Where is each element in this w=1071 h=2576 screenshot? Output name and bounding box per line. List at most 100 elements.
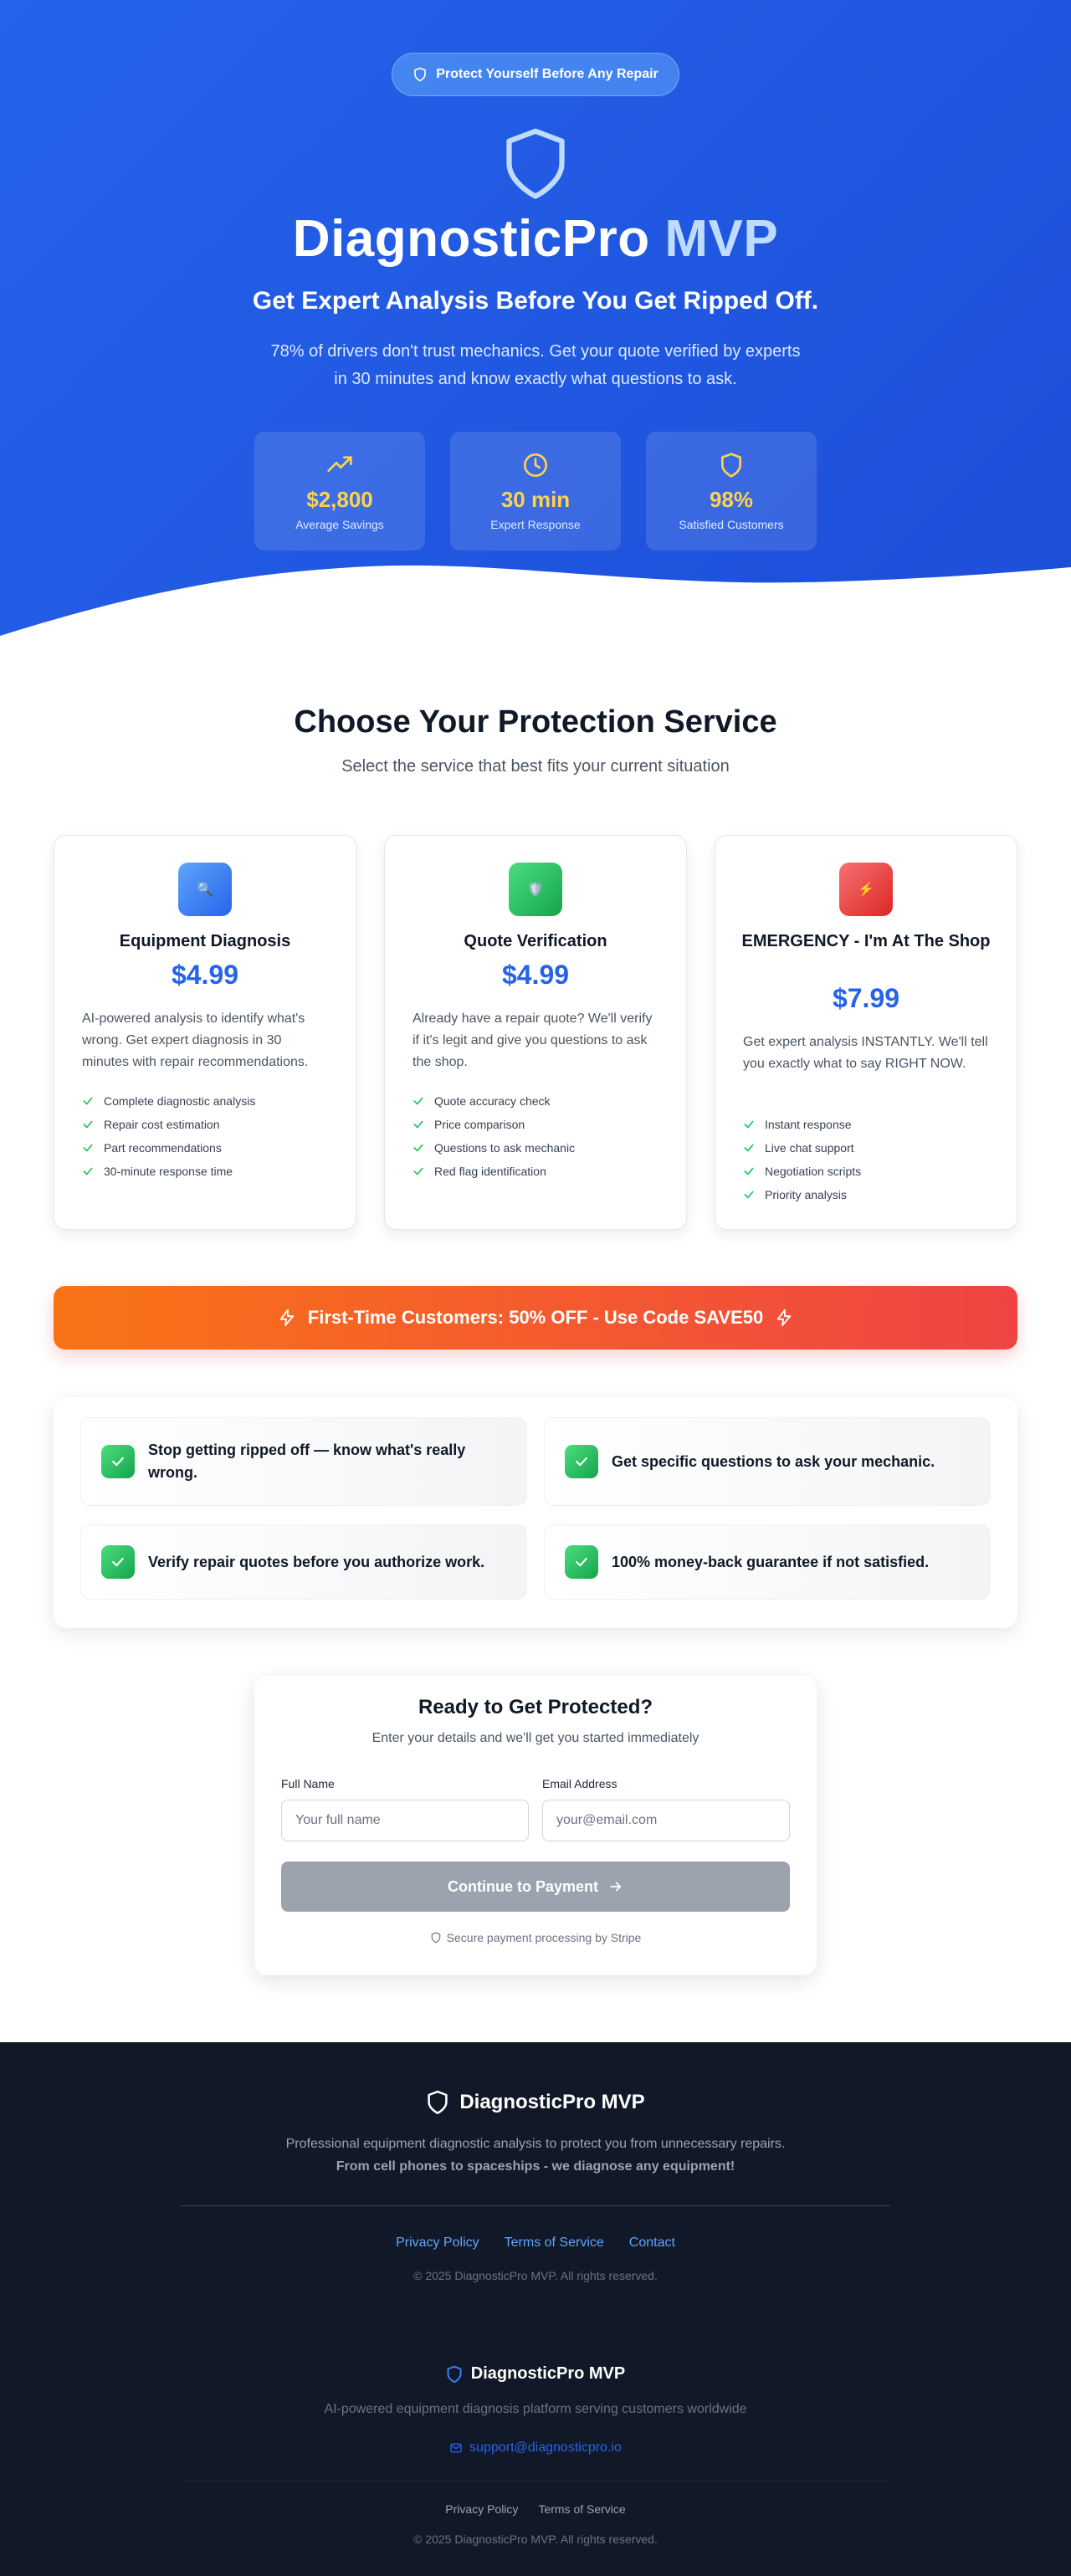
secure-note-text: Secure payment processing by Stripe — [446, 1931, 642, 1944]
check-icon — [744, 1120, 754, 1129]
feature-item: Part recommendations — [82, 1136, 339, 1160]
stat-value: $2,800 — [306, 487, 373, 512]
footer-brand-name: DiagnosticPro MVP — [459, 2091, 645, 2113]
benefit-text: 100% money-back guarantee if not satisfi… — [612, 1553, 930, 1570]
stat-label: Expert Response — [490, 518, 581, 531]
check-icon — [413, 1120, 423, 1129]
feature-label: Repair cost estimation — [104, 1118, 220, 1131]
feature-item: Questions to ask mechanic — [413, 1136, 669, 1160]
form-title: Ready to Get Protected? — [418, 1696, 653, 1718]
feature-list: Instant response Live chat support Negot… — [743, 1113, 1000, 1206]
service-card-emergency[interactable]: ⚡ EMERGENCY - I'm At The Shop $7.99 Get … — [715, 835, 1017, 1230]
services-subtitle: Select the service that best fits your c… — [341, 757, 730, 776]
hero-description: 78% of drivers don't trust mechanics. Ge… — [270, 342, 801, 388]
feature-label: Negotiation scripts — [765, 1165, 862, 1178]
card-description: Already have a repair quote? We'll verif… — [413, 1011, 653, 1069]
title-main: DiagnosticPro — [292, 210, 650, 268]
footer2-nav: Privacy Policy Terms of Service — [0, 2502, 1071, 2516]
benefit-text: Get specific questions to ask your mecha… — [612, 1452, 935, 1470]
footer-link-terms[interactable]: Terms of Service — [505, 2235, 604, 2251]
feature-label: Priority analysis — [765, 1188, 848, 1201]
promo-banner: First-Time Customers: 50% OFF - Use Code… — [54, 1286, 1017, 1349]
benefit-text: Stop getting ripped off — know what's re… — [148, 1442, 466, 1481]
form-subtitle: Enter your details and we'll get you sta… — [372, 1731, 699, 1745]
footer2-link-privacy[interactable]: Privacy Policy — [445, 2502, 518, 2516]
lightning-icon: ⚡ — [839, 863, 893, 916]
check-icon — [413, 1167, 423, 1175]
stat-label: Satisfied Customers — [679, 518, 784, 531]
benefit-item: 100% money-back guarantee if not satisfi… — [544, 1524, 991, 1600]
shield-icon: 🛡️ — [509, 863, 562, 916]
arrow-right-icon — [610, 1882, 622, 1892]
benefit-item: Get specific questions to ask your mecha… — [544, 1417, 991, 1506]
card-price: $4.99 — [501, 960, 570, 990]
footer-divider — [181, 2205, 890, 2206]
title-accent: MVP — [664, 210, 779, 268]
check-icon — [565, 1545, 598, 1579]
check-icon — [565, 1445, 598, 1478]
secure-note: Secure payment processing by Stripe — [254, 1931, 817, 1944]
feature-item: Priority analysis — [743, 1183, 1000, 1206]
continue-to-payment-button[interactable]: Continue to Payment — [281, 1862, 790, 1912]
footer-link-privacy[interactable]: Privacy Policy — [396, 2235, 479, 2251]
feature-label: Part recommendations — [104, 1141, 222, 1155]
footer2-link-terms[interactable]: Terms of Service — [538, 2502, 625, 2516]
hero-badge-label: Protect Yourself Before Any Repair — [436, 67, 658, 81]
feature-item: Negotiation scripts — [743, 1160, 1000, 1183]
feature-item: 30-minute response time — [82, 1160, 339, 1183]
feature-label: Questions to ask mechanic — [434, 1141, 576, 1155]
footer-description: Professional equipment diagnostic analys… — [285, 2137, 786, 2151]
email-input[interactable] — [542, 1800, 790, 1841]
name-input[interactable] — [281, 1800, 529, 1841]
footer-copyright: © 2025 DiagnosticPro MVP. All rights res… — [413, 2269, 658, 2282]
check-icon — [83, 1144, 93, 1152]
email-label: Email Address — [542, 1777, 617, 1790]
card-description: Get expert analysis INSTANTLY. We'll tel… — [743, 1035, 988, 1071]
support-email-link[interactable]: support@diagnosticpro.io — [0, 2440, 1071, 2456]
benefits-panel: Stop getting ripped off — know what's re… — [54, 1397, 1017, 1628]
feature-item: Red flag identification — [413, 1160, 669, 1183]
footer2-copyright: © 2025 DiagnosticPro MVP. All rights res… — [413, 2532, 658, 2546]
button-label: Continue to Payment — [447, 1877, 598, 1895]
footer-tagline: From cell phones to spaceships - we diag… — [336, 2159, 735, 2174]
card-title: Equipment Diagnosis — [119, 932, 291, 950]
feature-item: Complete diagnostic analysis — [82, 1089, 339, 1113]
footer-link-contact[interactable]: Contact — [629, 2235, 675, 2251]
footer: DiagnosticPro MVP Professional equipment… — [0, 2042, 1071, 2576]
name-label: Full Name — [281, 1777, 335, 1790]
feature-label: Live chat support — [765, 1141, 854, 1155]
check-icon — [413, 1144, 423, 1152]
stat-label: Average Savings — [295, 518, 384, 531]
hero-subtitle: Get Expert Analysis Before You Get Rippe… — [252, 287, 819, 315]
magnifier-icon: 🔍 — [178, 863, 232, 916]
feature-item: Price comparison — [413, 1113, 669, 1136]
check-icon — [413, 1097, 423, 1105]
trending-up-icon — [327, 456, 352, 472]
support-email: support@diagnosticpro.io — [469, 2440, 622, 2455]
feature-label: 30-minute response time — [104, 1165, 233, 1178]
footer2-brand-name: DiagnosticPro MVP — [470, 2364, 626, 2383]
mail-icon — [450, 2443, 462, 2453]
feature-label: Instant response — [765, 1118, 852, 1131]
clock-icon — [524, 453, 547, 477]
feature-item: Repair cost estimation — [82, 1113, 339, 1136]
hero-badge: Protect Yourself Before Any Repair — [392, 53, 679, 96]
feature-item: Quote accuracy check — [413, 1089, 669, 1113]
card-description: AI-powered analysis to identify what's w… — [82, 1011, 309, 1069]
check-icon — [101, 1545, 135, 1579]
card-title: Quote Verification — [464, 932, 607, 950]
feature-label: Quote accuracy check — [434, 1094, 551, 1108]
service-card-quote[interactable]: 🛡️ Quote Verification $4.99 Already have… — [384, 835, 687, 1230]
check-icon — [83, 1120, 93, 1129]
feature-item: Live chat support — [743, 1136, 1000, 1160]
shield-icon — [414, 67, 427, 82]
benefit-item: Stop getting ripped off — know what's re… — [80, 1417, 527, 1506]
feature-label: Complete diagnostic analysis — [104, 1094, 256, 1108]
card-price: $7.99 — [832, 983, 900, 1013]
footer2-brand: DiagnosticPro MVP — [0, 2364, 1071, 2384]
lightning-icon — [279, 1308, 295, 1327]
service-card-diagnosis[interactable]: 🔍 Equipment Diagnosis $4.99 AI-powered a… — [54, 835, 356, 1230]
shield-icon — [431, 1932, 440, 1944]
feature-list: Complete diagnostic analysis Repair cost… — [82, 1089, 339, 1183]
check-icon — [101, 1445, 135, 1478]
